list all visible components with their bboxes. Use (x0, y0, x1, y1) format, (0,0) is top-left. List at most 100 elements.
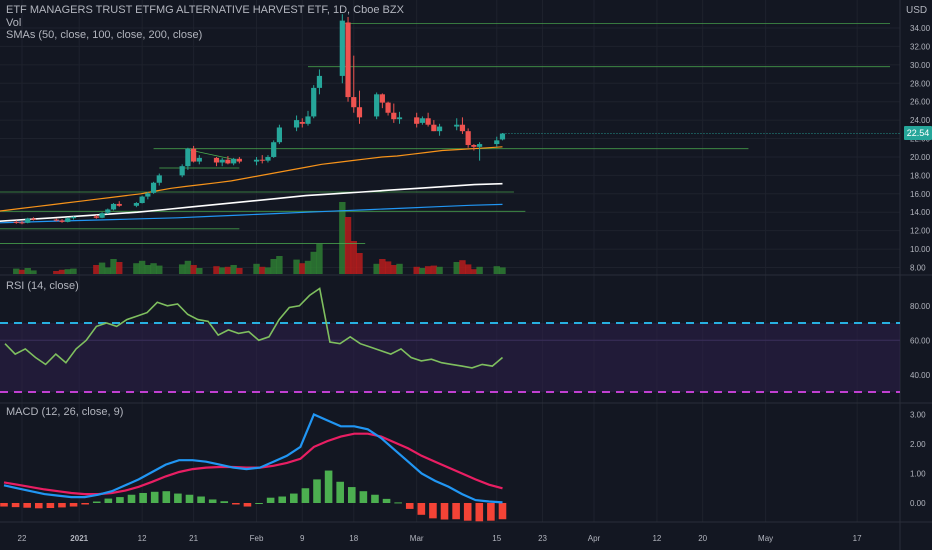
macd-histogram-bar (429, 503, 437, 519)
rsi-tick-label: 80.00 (910, 302, 931, 311)
volume-bar (104, 267, 111, 274)
candle-body (139, 196, 145, 204)
volume-bar (156, 265, 163, 274)
candle-body (30, 218, 37, 220)
volume-bar (24, 268, 31, 274)
volume-bar (350, 241, 357, 274)
macd-histogram-bar (347, 487, 356, 503)
volume-bar (344, 217, 352, 274)
rsi-label: RSI (14, close) (6, 280, 79, 292)
candle-body (471, 144, 477, 147)
candle-body (179, 166, 185, 176)
x-tick-label: 2021 (70, 534, 88, 543)
volume-bar (493, 266, 500, 274)
macd-histogram-bar (104, 498, 113, 503)
candle-body (19, 222, 25, 224)
volume-bar (310, 251, 317, 274)
x-tick-label: 17 (853, 534, 862, 543)
volume-bar (178, 264, 186, 274)
y-tick-label: 30.00 (910, 61, 931, 70)
candle-body (299, 121, 305, 124)
sma100-line (0, 182, 503, 223)
last-price-badge: 22.54 (904, 126, 932, 140)
candle-body (145, 193, 151, 197)
volume-bar (270, 259, 277, 274)
candle-body (414, 117, 420, 124)
x-tick-label: 20 (698, 534, 707, 543)
y-tick-label: 8.00 (910, 264, 926, 273)
macd-histogram-bar (162, 491, 171, 503)
sma50-line (0, 146, 503, 212)
macd-histogram-bar (394, 502, 402, 504)
volume-bar (470, 269, 478, 274)
macd-histogram-bar (11, 503, 20, 508)
macd-histogram-bar (139, 492, 147, 503)
macd-histogram-bar (208, 499, 217, 503)
candle-body (271, 142, 277, 157)
candle-body (265, 156, 271, 161)
candle-body (316, 75, 323, 88)
macd-histogram-bar (463, 503, 472, 521)
volume-bar (499, 267, 506, 274)
volume-bar (13, 268, 20, 274)
candle-body (236, 158, 242, 162)
candle-body (477, 144, 483, 147)
macd-histogram-bar (440, 503, 449, 520)
y-tick-label: 24.00 (910, 116, 931, 125)
candle-body (156, 175, 162, 183)
candle-body (311, 87, 317, 117)
rsi-band (0, 323, 900, 392)
volume-bar (230, 265, 237, 274)
macd-histogram-bar (405, 503, 414, 509)
x-tick-label: 23 (538, 534, 547, 543)
candle-body (110, 203, 117, 210)
volume-bar (196, 268, 203, 274)
volume-bar (356, 253, 363, 274)
candle-body (454, 124, 460, 127)
volume-bar (224, 266, 232, 274)
x-tick-label: Apr (588, 534, 601, 543)
volume-bar (464, 264, 472, 274)
candle-body (253, 159, 260, 162)
macd-label: MACD (12, 26, close, 9) (6, 406, 124, 418)
x-tick-label: 12 (652, 534, 661, 543)
volume-bar (396, 263, 403, 274)
candle-body (231, 158, 237, 164)
volume-bar (259, 266, 266, 274)
macd-histogram-bar (301, 488, 310, 503)
volume-bar (110, 259, 117, 274)
volume-bar (58, 269, 66, 274)
y-tick-label: 20.00 (910, 153, 931, 162)
macd-histogram-bar (150, 491, 159, 503)
volume-bar (304, 260, 312, 274)
candle-body (374, 94, 380, 117)
volume-bar (138, 260, 146, 274)
volume-bar (390, 265, 397, 274)
volume-bar (276, 256, 283, 274)
macd-histogram-bar (81, 503, 89, 505)
candle-body (499, 133, 506, 140)
volume-bar (150, 263, 157, 274)
candle-body (419, 118, 425, 123)
volume-bar (133, 263, 140, 274)
volume-bar (379, 259, 386, 274)
macd-histogram-bar (23, 503, 31, 508)
volume-bar (116, 262, 123, 274)
volume-bar (219, 267, 226, 274)
candle-body (345, 22, 351, 98)
volume-bar (299, 263, 306, 274)
macd-histogram-bar (174, 493, 182, 503)
sma-label: SMAs (50, close, 100, close, 200, close) (6, 29, 203, 41)
x-tick-label: Mar (410, 534, 424, 543)
y-tick-label: 14.00 (910, 208, 931, 217)
macd-histogram-bar (0, 503, 8, 507)
candle-body (225, 159, 231, 164)
macd-histogram-bar (487, 503, 495, 521)
rsi-tick-label: 40.00 (910, 371, 931, 380)
macd-histogram-bar (371, 494, 379, 503)
volume-bar (190, 265, 197, 274)
candle-body (259, 159, 265, 161)
macd-histogram-bar (232, 503, 240, 505)
volume-bar (264, 267, 272, 274)
volume-bar (419, 268, 426, 274)
